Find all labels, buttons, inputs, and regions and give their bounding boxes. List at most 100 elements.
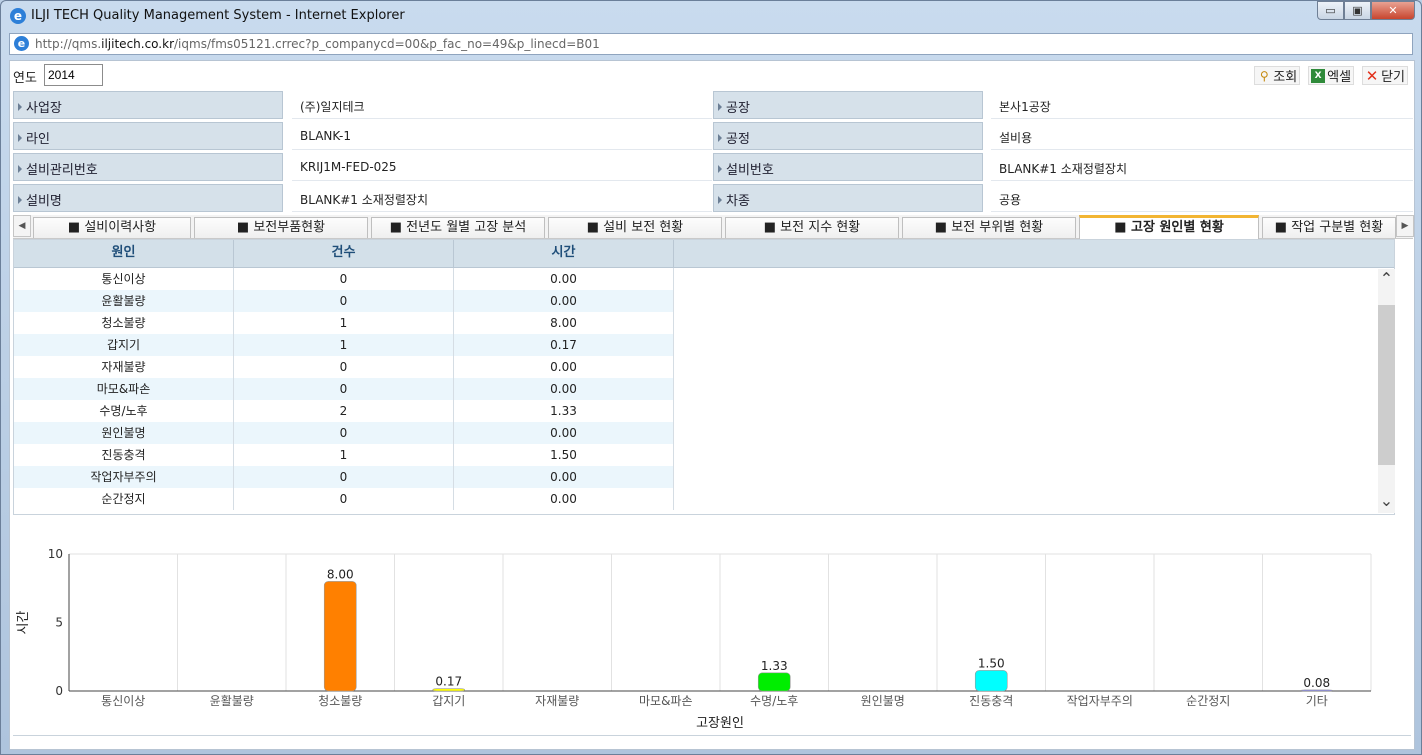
cell-time: 0.00 [454,422,674,444]
bar [323,581,357,692]
x-tick-label: 기타 [1306,694,1328,708]
close-button-label: 닫기 [1381,70,1405,85]
tab-scroll-left-icon[interactable]: ◀ [13,215,31,237]
x-tick-label: 자재불량 [535,694,579,708]
info-row: 사업장 (주)일지테크 공장 본사1공장 [13,91,1413,120]
table-row[interactable]: 청소불량 1 8.00 [14,312,674,334]
url-prefix: http://qms. [35,37,102,51]
cell-cause: 수명/노후 [14,400,234,422]
equip-name-value: BLANK#1 소재정렬장치 [292,184,712,212]
scroll-down-icon[interactable]: ⌄ [1378,491,1395,511]
tab-prev-year[interactable]: ■ 전년도 월별 고장 분석 [371,217,545,238]
cell-count: 0 [234,356,454,378]
table-row[interactable]: 진동충격 1 1.50 [14,444,674,466]
failure-cause-grid: 원인 건수 시간 통신이상 0 0.00 윤활불량 0 0.00 청소불량 1 8.00 갑지기 1… [13,239,1395,515]
data-label: 1.50 [978,656,1005,670]
col-time-header[interactable]: 시간 [454,240,674,268]
search-button-label: 조회 [1273,70,1298,85]
y-tick-label: 0 [55,684,63,698]
excel-button[interactable]: X 엑셀 [1308,66,1355,85]
table-row[interactable]: 순간정지 0 0.00 [14,488,674,510]
table-row[interactable]: 자재불량 0 0.00 [14,356,674,378]
x-tick-label: 통신이상 [101,694,145,708]
cell-count: 0 [234,268,454,290]
minimize-button[interactable]: ▭ [1317,1,1344,20]
tab-maintenance-status[interactable]: ■ 설비 보전 현황 [548,217,722,238]
scroll-thumb[interactable] [1378,305,1395,465]
maximize-button[interactable]: ▣ [1344,1,1371,20]
equip-no-label: 설비번호 [713,153,983,181]
car-label: 차종 [713,184,983,212]
table-row[interactable]: 수명/노후 2 1.33 [14,400,674,422]
process-label: 공정 [713,122,983,150]
table-row[interactable]: 마모&파손 0 0.00 [14,378,674,400]
tab-history[interactable]: ■ 설비이력사항 [33,217,191,238]
equip-name-label: 설비명 [13,184,283,212]
col-cause-header[interactable]: 원인 [14,240,234,268]
process-value: 설비용 [991,122,1413,150]
close-window-button[interactable]: ✕ [1371,1,1415,20]
bottom-divider [13,735,1411,747]
cell-count: 0 [234,488,454,510]
cell-time: 8.00 [454,312,674,334]
x-tick-label: 청소불량 [318,694,362,708]
excel-button-label: 엑셀 [1327,70,1352,85]
x-tick-label: 마모&파손 [639,694,693,708]
cell-time: 0.00 [454,466,674,488]
bar [757,672,791,692]
cell-cause: 통신이상 [14,268,234,290]
table-row[interactable]: 원인불명 0 0.00 [14,422,674,444]
cell-cause: 진동충격 [14,444,234,466]
cell-cause: 자재불량 [14,356,234,378]
table-row[interactable]: 윤활불량 0 0.00 [14,290,674,312]
cell-count: 2 [234,400,454,422]
url-text[interactable]: http://qms.iljitech.co.kr/iqms/fms05121.… [35,37,600,51]
cell-time: 1.50 [454,444,674,466]
cell-time: 0.00 [454,356,674,378]
x-tick-label: 갑지기 [432,694,465,708]
address-bar[interactable]: e http://qms.iljitech.co.kr/iqms/fms0512… [9,33,1413,55]
chart-svg: 0 5 10 통신이상 윤활불량 8.00 청소불량 0.17 갑지기 자재불량 마모&파손 1.33… [16,547,1372,731]
close-icon: ✕ [1365,66,1379,85]
bar [1300,689,1334,692]
tab-scroll-right-icon[interactable]: ▶ [1396,215,1414,237]
failure-cause-chart: 0 5 10 통신이상 윤활불량 8.00 청소불량 0.17 갑지기 자재불량 마모&파손 1.33… [13,537,1393,737]
table-row[interactable]: 작업자부주의 0 0.00 [14,466,674,488]
table-row[interactable]: 갑지기 1 0.17 [14,334,674,356]
line-label: 라인 [13,122,283,150]
excel-icon: X [1311,68,1326,83]
action-buttons: ⚲ 조회 X 엑셀 ✕ 닫기 [1254,66,1408,85]
browser-window: e ILJI TECH Quality Management System - … [0,0,1422,755]
year-input[interactable] [44,64,103,86]
table-row[interactable]: 통신이상 0 0.00 [14,268,674,290]
info-row: 라인 BLANK-1 공정 설비용 [13,122,1413,151]
cell-cause: 마모&파손 [14,378,234,400]
cell-cause: 갑지기 [14,334,234,356]
tab-failure-cause[interactable]: ■ 고장 원인별 현황 [1079,215,1259,239]
tab-by-part[interactable]: ■ 보전 부위별 현황 [902,217,1076,238]
cell-time: 0.00 [454,268,674,290]
cell-time: 0.00 [454,378,674,400]
window-title: ILJI TECH Quality Management System - In… [31,8,405,23]
page-content: 연도 ⚲ 조회 X엑셀 ✕닫기 사업장 (주)일지테크 공장 본사1공장 라인 B… [9,60,1415,750]
cell-time: 0.00 [454,290,674,312]
page-icon: e [14,36,29,51]
grid-scrollbar[interactable]: ⌃ ⌄ [1378,269,1395,513]
cell-cause: 윤활불량 [14,290,234,312]
cell-count: 0 [234,378,454,400]
tab-parts[interactable]: ■ 보전부품현황 [194,217,368,238]
cell-time: 0.00 [454,488,674,510]
cell-time: 0.17 [454,334,674,356]
close-button[interactable]: ✕ 닫기 [1362,66,1408,85]
line-value: BLANK-1 [292,122,712,150]
search-button[interactable]: ⚲ 조회 [1254,66,1301,85]
bar [974,670,1008,692]
year-toolbar: 연도 ⚲ 조회 X엑셀 ✕닫기 [10,61,1414,89]
col-count-header[interactable]: 건수 [234,240,454,268]
ie-logo-icon: e [10,8,26,24]
equip-no-value: BLANK#1 소재정렬장치 [991,153,1413,181]
scroll-up-icon[interactable]: ⌃ [1378,269,1395,289]
cell-cause: 청소불량 [14,312,234,334]
tab-work-type[interactable]: ■ 작업 구분별 현황 [1262,217,1396,238]
tab-maintenance-index[interactable]: ■ 보전 지수 현황 [725,217,899,238]
